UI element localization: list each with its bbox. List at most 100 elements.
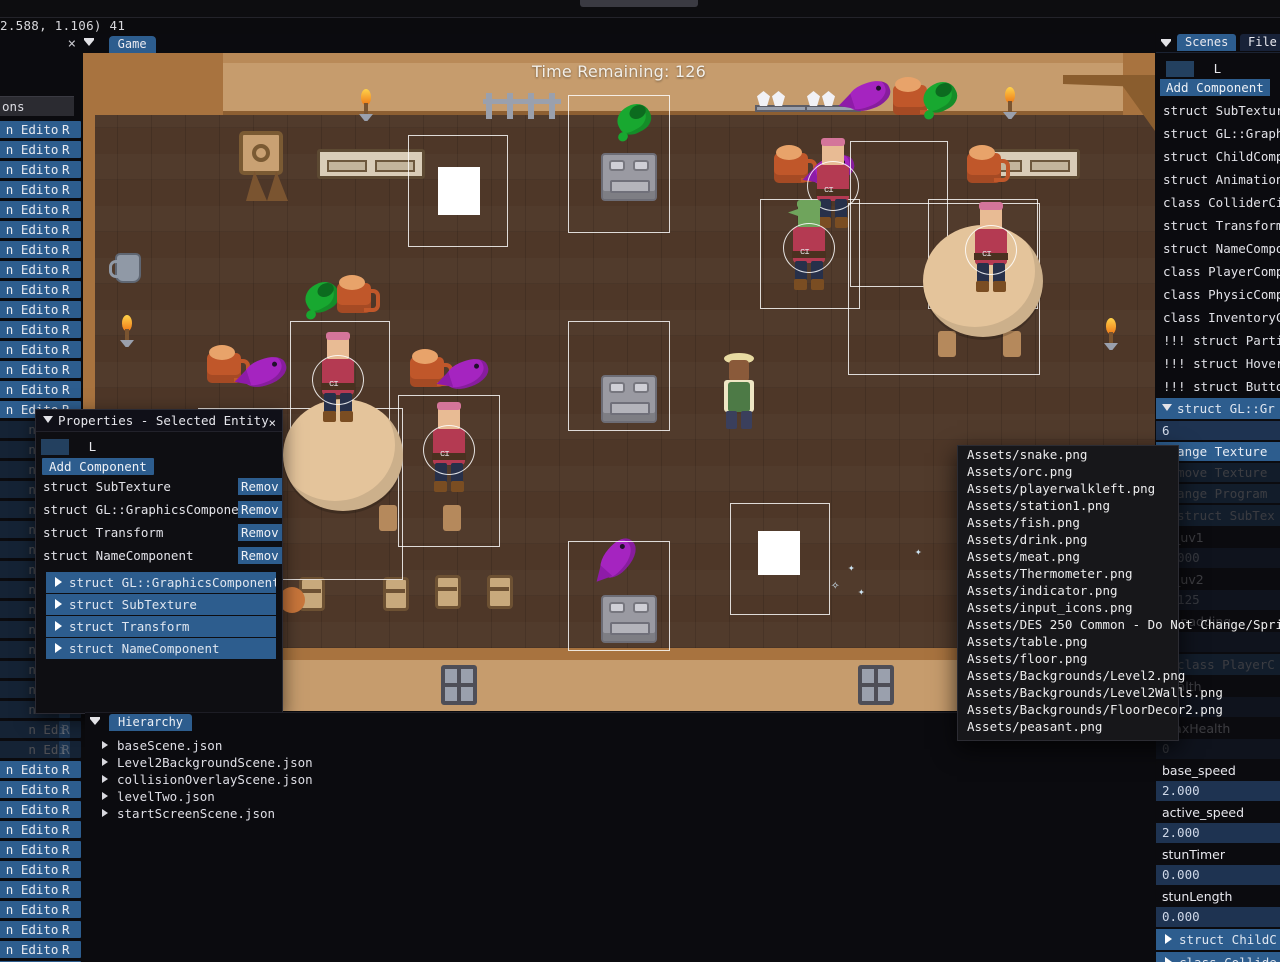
left-panel-row[interactable]: n EditorR (0, 259, 82, 279)
remove-button[interactable]: R (59, 161, 81, 178)
asset-option[interactable]: Assets/peasant.png (958, 718, 1178, 735)
remove-component-button[interactable]: Remov (238, 478, 282, 495)
remove-button[interactable]: R (59, 201, 81, 218)
available-component-item[interactable]: struct GL::Graph (1156, 122, 1280, 145)
asset-option[interactable]: Assets/DES 250 Common - Do Not Change/Sp… (958, 616, 1280, 633)
component-list[interactable]: struct SubTexture Remov struct GL::Graphic… (36, 475, 282, 567)
remove-button[interactable]: R (59, 361, 81, 378)
drink-sprite[interactable] (774, 145, 817, 183)
tab-file[interactable]: File (1240, 34, 1280, 51)
texture-asset-dropdown[interactable]: Assets/snake.png Assets/orc.png Assets/pla… (957, 445, 1280, 741)
remove-button[interactable]: R (59, 801, 81, 818)
hierarchy-scene-list[interactable]: baseScene.json Level2BackgroundScene.json… (85, 737, 1155, 822)
remove-button[interactable]: R (59, 841, 81, 858)
asset-option[interactable]: Assets/Thermometer.png (958, 565, 1178, 582)
asset-option-list[interactable]: Assets/snake.png Assets/orc.png Assets/pla… (958, 446, 1280, 735)
drink-sprite[interactable] (337, 275, 380, 313)
left-panel-row[interactable]: n EditorR (0, 939, 82, 959)
collapse-caret-icon[interactable] (43, 416, 53, 423)
remove-button[interactable]: R (59, 881, 81, 898)
game-dock-tabbar[interactable]: Game (83, 34, 1155, 54)
left-panel-row[interactable]: n EditorR (0, 159, 82, 179)
hierarchy-window[interactable]: Hierarchy baseScene.json Level2Background… (85, 712, 1155, 962)
right-panel-tabbar[interactable]: Scenes File (1156, 33, 1280, 53)
remove-button[interactable]: R (59, 901, 81, 918)
remove-button[interactable]: R (59, 821, 81, 838)
drink-sprite[interactable] (967, 145, 1010, 183)
component-accordion[interactable]: struct Transform (46, 616, 276, 637)
available-component-item[interactable]: struct NameCompon (1156, 237, 1280, 260)
asset-option[interactable]: Assets/fish.png (958, 514, 1178, 531)
asset-option[interactable]: Assets/drink.png (958, 531, 1178, 548)
remove-button[interactable]: R (59, 941, 81, 958)
expand-caret-icon[interactable] (102, 792, 108, 800)
available-component-item[interactable]: class InventoryC (1156, 306, 1280, 329)
component-accordion[interactable]: struct SubTexture (46, 594, 276, 615)
remove-button[interactable]: R (59, 281, 81, 298)
remove-button[interactable]: R (59, 181, 81, 198)
remove-button[interactable]: R (59, 261, 81, 278)
drink-sprite[interactable] (207, 345, 250, 383)
properties-window-titlebar[interactable]: Properties - Selected Entity × (36, 410, 282, 432)
component-accordion[interactable]: class Collide (1156, 952, 1280, 962)
bottom-accordion-list[interactable]: struct ChildCclass Collidestruct Transf (1156, 929, 1280, 962)
entity-color-swatch[interactable] (1166, 60, 1194, 77)
npc-customer[interactable]: ᴄɪ (965, 202, 1017, 293)
left-dock-tabbar[interactable]: × (0, 34, 82, 54)
asset-option[interactable]: Assets/meat.png (958, 548, 1178, 565)
entity-name-row[interactable]: L (1156, 53, 1280, 77)
hierarchy-scene-item[interactable]: collisionOverlayScene.json (85, 771, 1155, 788)
asset-option[interactable]: Assets/playerwalkleft.png (958, 480, 1178, 497)
left-panel-row[interactable]: n EditorR (0, 119, 82, 139)
expand-caret-icon[interactable] (102, 741, 108, 749)
left-panel-row[interactable]: n EditorR (0, 299, 82, 319)
component-accordion[interactable]: struct ChildC (1156, 929, 1280, 950)
asset-option[interactable]: Assets/Backgrounds/FloorDecor2.png (958, 701, 1223, 718)
left-panel-row[interactable]: n EditorR (0, 339, 82, 359)
properties-window[interactable]: Properties - Selected Entity × L Add Com… (35, 409, 283, 714)
expand-caret-icon[interactable] (102, 775, 108, 783)
asset-option[interactable]: Assets/Backgrounds/Level2Walls.png (958, 684, 1223, 701)
entity-name-row[interactable]: L (36, 432, 282, 455)
left-panel-row[interactable]: n EditorR (0, 839, 82, 859)
left-panel-row[interactable]: n EditorR (0, 279, 82, 299)
left-panel-row[interactable]: n EditorR (0, 359, 82, 379)
entity-color-swatch[interactable] (41, 438, 69, 455)
remove-button[interactable]: R (59, 781, 81, 798)
left-panel-row[interactable]: n EditorR (0, 239, 82, 259)
available-component-item[interactable]: struct Transform (1156, 214, 1280, 237)
asset-option[interactable]: Assets/floor.png (958, 650, 1178, 667)
npc-orc[interactable]: ᴄɪ (783, 200, 835, 291)
left-panel-row[interactable]: n EditorR (0, 819, 82, 839)
remove-button[interactable]: R (59, 741, 81, 758)
component-accordion[interactable]: struct GL::GraphicsComponent (46, 572, 276, 593)
selection-box[interactable] (568, 95, 670, 233)
left-panel-row[interactable]: n EditorR (0, 799, 82, 819)
remove-button[interactable]: R (59, 121, 81, 138)
remove-button[interactable]: R (59, 761, 81, 778)
remove-component-button[interactable]: Remov (238, 501, 282, 518)
tab-hierarchy[interactable]: Hierarchy (109, 714, 193, 731)
close-icon[interactable]: × (268, 412, 276, 434)
available-component-item[interactable]: class ColliderCi (1156, 191, 1280, 214)
available-component-item[interactable]: !!! struct Hover (1156, 352, 1280, 375)
left-panel-row[interactable]: n EditorR (0, 139, 82, 159)
field-input-stunLength[interactable]: 0.000 (1156, 907, 1280, 927)
remove-component-button[interactable]: Remov (238, 547, 282, 564)
field-input-active-speed[interactable]: 2.000 (1156, 823, 1280, 843)
available-component-item[interactable]: class PlayerCompe (1156, 260, 1280, 283)
filter-caret-icon[interactable] (1161, 37, 1173, 49)
left-panel-row[interactable]: n EdiR (0, 719, 82, 739)
asset-option[interactable]: Assets/orc.png (958, 463, 1178, 480)
player-component-fields[interactable]: base_speed 2.000 active_speed 2.000 stunTime… (1156, 761, 1280, 927)
left-panel-row[interactable]: n EditorR (0, 379, 82, 399)
available-component-item[interactable]: !!! struct Parti (1156, 329, 1280, 352)
remove-button[interactable]: R (59, 721, 81, 738)
hierarchy-scene-item[interactable]: levelTwo.json (85, 788, 1155, 805)
white-placeholder-quad[interactable] (438, 167, 480, 215)
left-panel-row[interactable]: n EditorR (0, 759, 82, 779)
remove-button[interactable]: R (59, 341, 81, 358)
add-component-button[interactable]: Add Component (42, 458, 154, 475)
asset-option[interactable]: Assets/Backgrounds/Level2.png (958, 667, 1185, 684)
player-peasant[interactable] (716, 353, 762, 433)
